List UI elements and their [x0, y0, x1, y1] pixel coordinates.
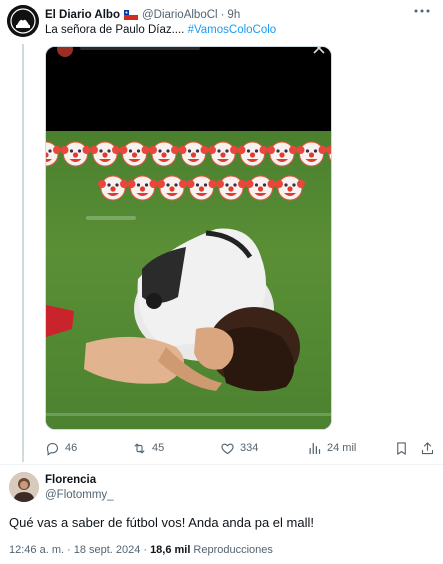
share-icon — [421, 441, 434, 454]
reply-author-handle[interactable]: @Flotommy_ — [45, 489, 114, 501]
reply-icon — [46, 442, 59, 456]
author-name[interactable]: El Diario Albo — [45, 9, 120, 21]
quoted-post[interactable]: El Diario Albo @DiarioAlboCl · 9h La señ… — [0, 0, 443, 470]
clown-face-emoji — [127, 175, 158, 201]
chile-flag-icon — [123, 9, 139, 20]
clown-face-emoji — [90, 141, 120, 167]
meta-time[interactable]: 12:46 a. m. — [9, 544, 64, 556]
action-bar: 46 45 334 24 mil — [45, 438, 435, 458]
clown-face-emoji — [296, 141, 327, 167]
views-button[interactable]: 24 mil — [307, 441, 356, 456]
retweet-count: 45 — [152, 442, 165, 454]
clown-face-emoji — [208, 141, 238, 167]
reply-avatar[interactable] — [9, 472, 39, 502]
reply-button[interactable]: 46 — [45, 441, 77, 456]
clown-face-emoji — [245, 175, 276, 201]
meta-separator-1: · — [67, 544, 71, 556]
clown-face-emoji — [267, 141, 297, 167]
meta-views-count: 18,6 mil — [150, 544, 191, 556]
post-text: La señora de Paulo Díaz.... #VamosColoCo… — [45, 24, 276, 36]
author-avatar[interactable] — [7, 5, 39, 37]
clown-face-emoji — [157, 175, 187, 201]
clown-face-emoji — [326, 146, 331, 162]
clown-face-emoji — [216, 175, 246, 201]
bookmark-icon — [397, 441, 406, 455]
clown-face-emoji — [237, 141, 268, 167]
bookmark-button[interactable] — [394, 441, 409, 456]
clown-face-emoji — [98, 175, 128, 201]
views-count: 24 mil — [327, 442, 357, 454]
clown-face-emoji — [178, 141, 209, 167]
more-dots-icon[interactable] — [413, 4, 431, 18]
clown-face-emoji — [275, 175, 305, 201]
post-meta: 12:46 a. m. · 18 sept. 2024 · 18,6 mil R… — [9, 544, 276, 556]
clown-face-emoji — [186, 175, 217, 201]
meta-separator-2: · — [143, 544, 148, 556]
reply-text: Qué vas a saber de fútbol vos! Anda anda… — [9, 515, 314, 530]
clown-face-emoji — [149, 141, 179, 167]
views-chart-icon — [309, 442, 321, 454]
separator-dot: · — [220, 9, 225, 21]
author-handle[interactable]: @DiarioAlboCl — [142, 9, 218, 21]
reply-author-name[interactable]: Florencia — [45, 474, 96, 486]
share-button[interactable] — [420, 441, 435, 456]
like-count: 334 — [240, 442, 259, 454]
clown-face-emoji — [46, 141, 61, 167]
reply-count: 46 — [65, 442, 78, 454]
meta-date[interactable]: 18 sept. 2024 — [74, 544, 141, 556]
clown-face-emoji — [119, 141, 150, 167]
meta-views-label: Reproducciones — [193, 544, 273, 556]
hashtag-link[interactable]: #VamosColoColo — [188, 24, 277, 36]
like-button[interactable]: 334 — [220, 441, 258, 456]
post-time[interactable]: 9h — [227, 9, 240, 21]
post-header: El Diario Albo @DiarioAlboCl · 9h — [45, 7, 240, 23]
heart-icon — [221, 443, 234, 454]
retweet-icon — [134, 443, 145, 453]
divider — [0, 464, 443, 465]
clown-emoji-overlay — [46, 141, 331, 201]
retweet-button[interactable]: 45 — [132, 441, 164, 456]
clown-face-emoji — [60, 141, 91, 167]
post-body: La señora de Paulo Díaz.... — [45, 24, 188, 36]
post-video[interactable] — [45, 46, 332, 430]
